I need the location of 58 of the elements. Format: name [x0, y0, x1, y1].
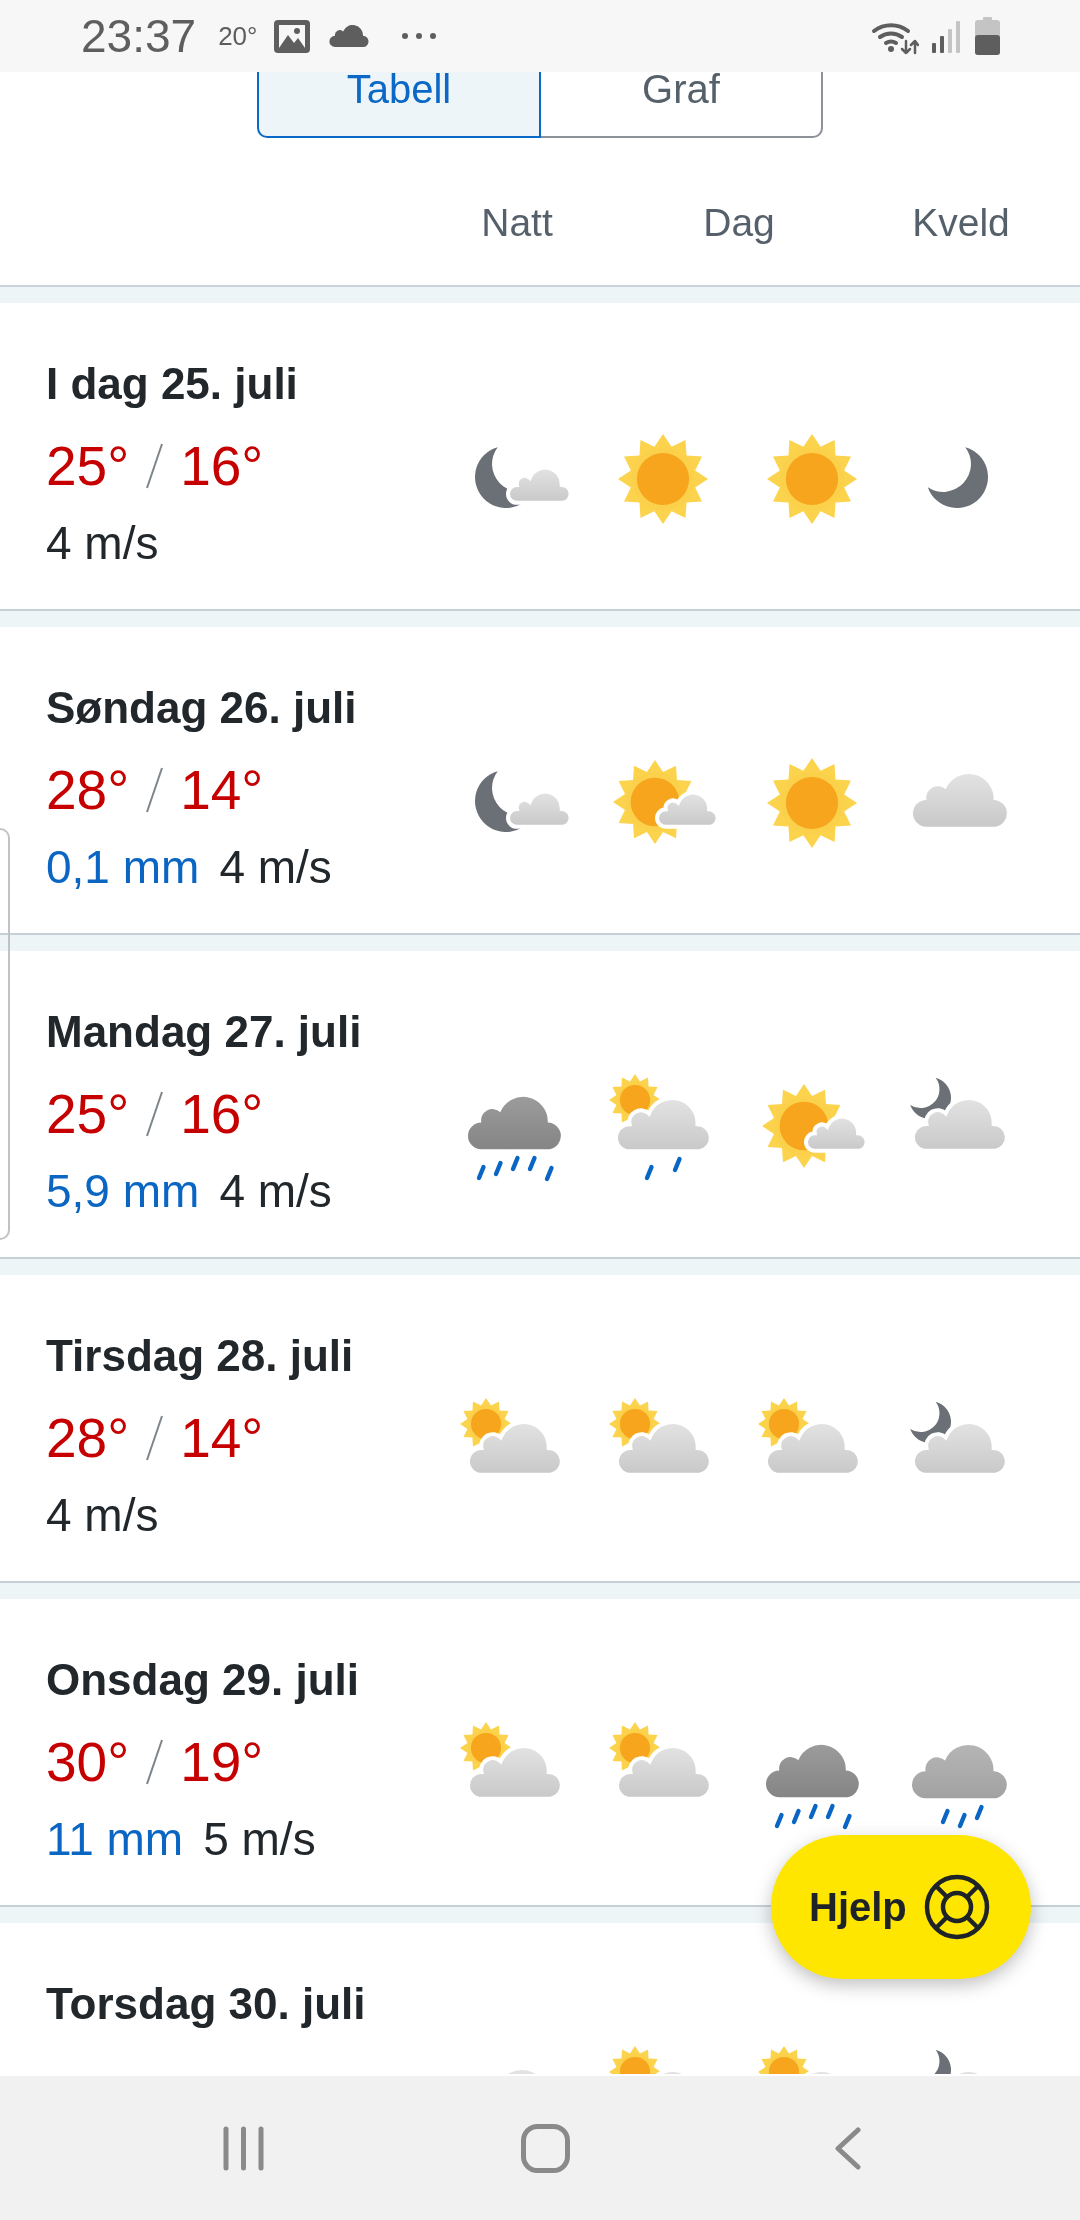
sun-icon	[617, 433, 709, 525]
high-temperature: 28°	[46, 758, 130, 822]
slash-divider	[146, 443, 164, 489]
day-title: Torsdag 30. juli	[46, 1978, 367, 2030]
more-icon	[402, 33, 437, 39]
slash-divider	[146, 1739, 164, 1785]
view-tab[interactable]: Graf	[539, 72, 823, 138]
moon-icon	[927, 446, 989, 509]
low-temperature: 16°	[180, 434, 264, 498]
lifebuoy-icon	[923, 1874, 990, 1940]
precipitation-amount: 11 mm	[46, 1813, 184, 1865]
wind-speed: 5 m/s	[203, 1813, 316, 1865]
high-temperature: 28°	[46, 1406, 130, 1470]
sun-icon	[766, 433, 858, 525]
battery-icon	[975, 17, 1000, 55]
day-card[interactable]: Søndag 26. juli 28° 14° 0,1 mm 4 m/s	[0, 627, 1080, 935]
day-card[interactable]: I dag 25. juli 25° 16° 4 m/s	[0, 303, 1080, 611]
home-icon[interactable]	[520, 2123, 570, 2173]
precipitation-amount: 0,1 mm	[46, 841, 200, 893]
slash-divider	[146, 1091, 164, 1137]
low-temperature: 14°	[180, 1406, 264, 1470]
day-title: Mandag 27. juli	[46, 1006, 363, 1058]
wind-speed: 4 m/s	[219, 1165, 332, 1217]
rain-cloud-icon	[911, 1744, 1008, 1829]
weather-temperature: 20°	[218, 21, 258, 51]
column-header: Kveld	[911, 200, 1011, 246]
day-title: Onsdag 29. juli	[46, 1654, 360, 1706]
day-card[interactable]: Tirsdag 28. juli 28° 14° 4 m/s	[0, 1275, 1080, 1583]
precipitation-amount: 5,9 mm	[46, 1165, 200, 1217]
rain-cloud-icon	[467, 1096, 562, 1182]
column-header: Dag	[702, 200, 776, 246]
high-temperature: 30°	[46, 1730, 130, 1794]
rain-cloud-icon	[765, 1744, 860, 1830]
wind-speed: 4 m/s	[219, 841, 332, 893]
high-temperature: 25°	[46, 434, 130, 498]
slash-divider	[146, 1415, 164, 1461]
slash-divider	[146, 767, 164, 813]
day-card[interactable]: Mandag 27. juli 25° 16° 5,9 mm 4 m/s	[0, 951, 1080, 1259]
high-temperature: 25°	[46, 1082, 130, 1146]
low-temperature: 16°	[180, 1082, 264, 1146]
day-title: Tirsdag 28. juli	[46, 1330, 355, 1382]
wind-speed: 4 m/s	[46, 1489, 159, 1541]
column-header: Natt	[480, 200, 554, 246]
image-icon	[274, 19, 311, 53]
low-temperature: 14°	[180, 758, 264, 822]
day-title: I dag 25. juli	[46, 358, 299, 410]
sun-icon	[766, 757, 858, 849]
signal-icon	[930, 19, 961, 53]
wind-speed: 4 m/s	[46, 517, 159, 569]
recent-apps-icon[interactable]	[221, 2124, 265, 2172]
cloud-icon	[329, 25, 370, 47]
clock-time: 23:37	[81, 10, 197, 62]
cloud-icon	[912, 773, 1008, 828]
edge-panel-handle[interactable]	[0, 828, 10, 1240]
low-temperature: 19°	[180, 1730, 264, 1794]
back-icon[interactable]	[833, 2126, 861, 2170]
view-tab[interactable]: Tabell	[257, 72, 541, 138]
day-title: Søndag 26. juli	[46, 682, 358, 734]
